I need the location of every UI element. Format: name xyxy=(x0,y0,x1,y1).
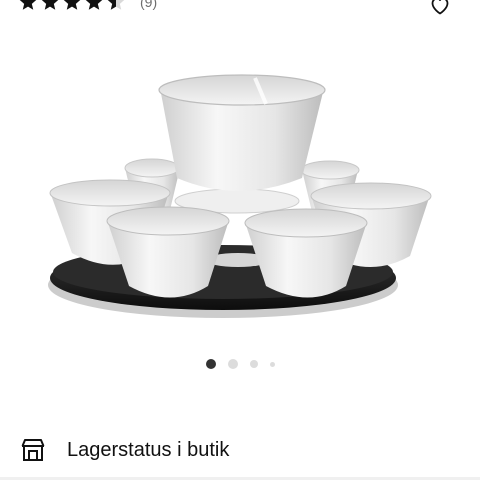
heart-outline-icon[interactable] xyxy=(428,0,452,17)
star-filled-icon xyxy=(63,0,81,10)
carousel-dot-4[interactable] xyxy=(269,361,275,367)
carousel-dot-1[interactable] xyxy=(205,359,216,369)
star-rating xyxy=(18,0,126,12)
carousel-dot-3[interactable] xyxy=(249,360,258,368)
star-filled-icon xyxy=(85,0,103,10)
star-half-icon xyxy=(107,0,125,10)
carousel-dot-2[interactable] xyxy=(227,359,238,369)
rating-count: (9) xyxy=(140,0,158,10)
store-availability-label: Lagerstatus i butik xyxy=(67,438,230,461)
star-filled-icon xyxy=(41,0,59,10)
star-filled-icon xyxy=(19,0,37,10)
store-availability-row[interactable]: Lagerstatus i butik xyxy=(20,430,229,470)
carousel-indicator[interactable] xyxy=(0,359,480,369)
product-image[interactable] xyxy=(40,70,440,325)
rating-row[interactable]: (9) xyxy=(18,0,157,13)
large-bowl xyxy=(158,74,326,191)
store-icon xyxy=(21,439,45,461)
